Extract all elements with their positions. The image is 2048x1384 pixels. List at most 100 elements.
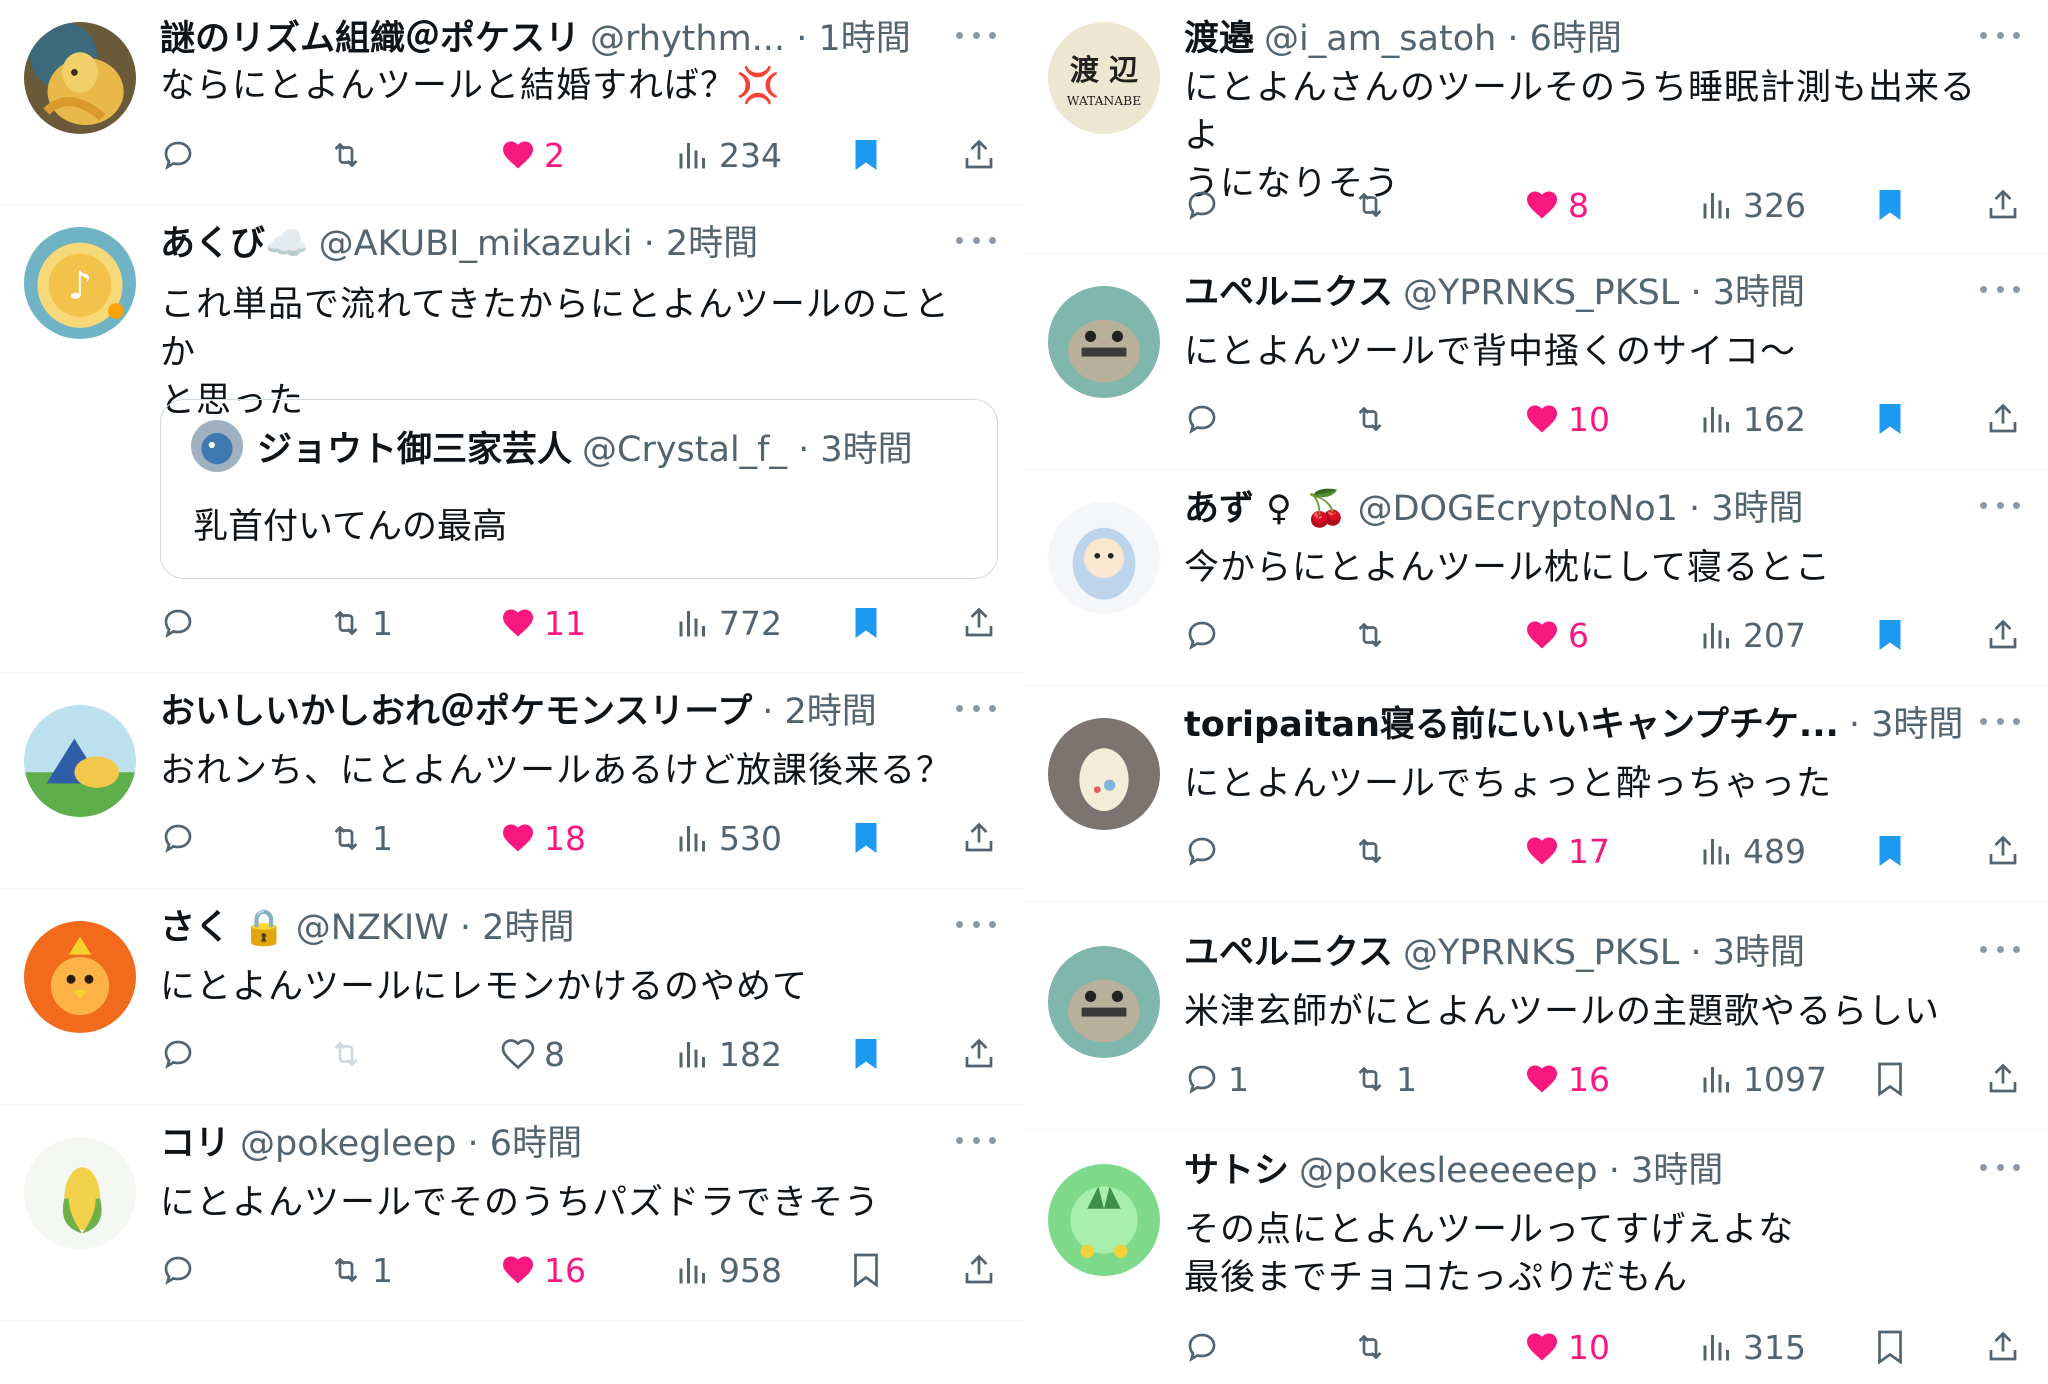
share-button[interactable] <box>961 130 997 180</box>
display-name[interactable]: 渡邉 <box>1184 10 1254 60</box>
retweet-button[interactable] <box>1352 1322 1396 1372</box>
handle-time[interactable]: @pokesleeeeeep · 3時間 <box>1299 1142 1723 1192</box>
like-button[interactable]: 2 <box>500 130 565 180</box>
retweet-button[interactable] <box>1352 826 1396 876</box>
avatar[interactable] <box>24 1137 136 1249</box>
tweet[interactable]: サトシ @pokesleeeeeep · 3時間 その点にとよんツールってすげえ… <box>1024 1130 2048 1384</box>
retweet-button[interactable] <box>328 130 372 180</box>
display-name[interactable]: 謎のリズム組織＠ポケスリ <box>160 10 580 60</box>
handle-time[interactable]: · 2時間 <box>762 683 877 733</box>
more-icon[interactable] <box>956 1123 996 1157</box>
more-icon[interactable] <box>956 907 996 941</box>
handle-time[interactable]: @YPRNKS_PKSL · 3時間 <box>1403 264 1805 314</box>
like-button[interactable]: 8 <box>500 1029 565 1079</box>
avatar[interactable]: ♪ <box>24 227 136 339</box>
views-button[interactable]: 958 <box>675 1245 782 1295</box>
handle-time[interactable]: @DOGEcryptoNo1 · 3時間 <box>1358 480 1804 530</box>
views-button[interactable]: 1097 <box>1699 1054 1827 1104</box>
display-name[interactable]: あくび☁️ <box>160 215 309 265</box>
more-icon[interactable] <box>956 223 996 257</box>
like-button[interactable]: 11 <box>500 598 586 648</box>
retweet-button[interactable]: 1 <box>328 1245 393 1295</box>
views-button[interactable]: 182 <box>675 1029 782 1079</box>
handle-time[interactable]: @AKUBI_mikazuki · 2時間 <box>319 215 759 265</box>
tweet[interactable]: あず ♀ 🍒 @DOGEcryptoNo1 · 3時間 今からにとよんツール枕に… <box>1024 470 2048 686</box>
bookmark-button[interactable] <box>1872 826 1908 876</box>
reply-button[interactable] <box>160 1029 204 1079</box>
reply-button[interactable] <box>1184 180 1228 230</box>
views-button[interactable]: 234 <box>675 130 782 180</box>
views-button[interactable]: 326 <box>1699 180 1806 230</box>
bookmark-button[interactable] <box>1872 394 1908 444</box>
bookmark-button[interactable] <box>848 1245 884 1295</box>
avatar[interactable] <box>1048 286 1160 398</box>
more-icon[interactable] <box>1980 704 2020 738</box>
handle-time[interactable]: @rhythm... · 1時間 <box>590 10 911 60</box>
bookmark-button[interactable] <box>848 130 884 180</box>
like-button[interactable]: 16 <box>1524 1054 1610 1104</box>
handle-time[interactable]: @pokegleep · 6時間 <box>240 1115 582 1165</box>
handle-time[interactable]: @i_am_satoh · 6時間 <box>1264 10 1622 60</box>
share-button[interactable] <box>1985 394 2021 444</box>
retweet-button[interactable] <box>328 1029 372 1079</box>
bookmark-button[interactable] <box>848 1029 884 1079</box>
like-button[interactable]: 16 <box>500 1245 586 1295</box>
like-button[interactable]: 8 <box>1524 180 1589 230</box>
share-button[interactable] <box>961 1029 997 1079</box>
bookmark-button[interactable] <box>1872 1054 1908 1104</box>
display-name[interactable]: ユペルニクス <box>1184 264 1393 314</box>
share-button[interactable] <box>1985 610 2021 660</box>
retweet-button[interactable] <box>1352 180 1396 230</box>
reply-button[interactable] <box>1184 1322 1228 1372</box>
reply-button[interactable] <box>160 598 204 648</box>
share-button[interactable] <box>1985 1322 2021 1372</box>
retweet-button[interactable] <box>1352 610 1396 660</box>
retweet-button[interactable]: 1 <box>328 813 393 863</box>
handle-time[interactable]: @NZKIW · 2時間 <box>296 899 575 949</box>
reply-button[interactable] <box>160 813 204 863</box>
views-button[interactable]: 772 <box>675 598 782 648</box>
avatar[interactable] <box>24 22 136 134</box>
more-icon[interactable] <box>1980 932 2020 966</box>
avatar[interactable] <box>24 921 136 1033</box>
share-button[interactable] <box>1985 1054 2021 1104</box>
tweet[interactable]: コリ @pokegleep · 6時間 にとよんツールでそのうちパズドラできそう… <box>0 1105 1024 1321</box>
avatar[interactable] <box>24 705 136 817</box>
bookmark-button[interactable] <box>1872 610 1908 660</box>
views-button[interactable]: 207 <box>1699 610 1806 660</box>
display-name[interactable]: おいしいかしおれ＠ポケモンスリープ <box>160 683 752 733</box>
display-name[interactable]: サトシ <box>1184 1142 1289 1192</box>
avatar[interactable] <box>1048 718 1160 830</box>
display-name[interactable]: コリ <box>160 1115 230 1165</box>
avatar[interactable] <box>1048 1164 1160 1276</box>
more-icon[interactable] <box>1980 272 2020 306</box>
views-button[interactable]: 530 <box>675 813 782 863</box>
handle-time[interactable]: · 3時間 <box>1849 696 1964 746</box>
more-icon[interactable] <box>1980 1150 2020 1184</box>
reply-button[interactable] <box>1184 610 1228 660</box>
reply-button[interactable]: 1 <box>1184 1054 1249 1104</box>
handle-time[interactable]: @YPRNKS_PKSL · 3時間 <box>1403 924 1805 974</box>
avatar[interactable] <box>1048 502 1160 614</box>
avatar[interactable] <box>1048 946 1160 1058</box>
retweet-button[interactable]: 1 <box>1352 1054 1417 1104</box>
tweet[interactable]: おいしいかしおれ＠ポケモンスリープ · 2時間 おれンち、にとよんツールあるけど… <box>0 673 1024 889</box>
bookmark-button[interactable] <box>848 813 884 863</box>
retweet-button[interactable]: 1 <box>328 598 393 648</box>
tweet[interactable]: toripaitan寝る前にいいキャンプチケ... · 3時間 にとよんツールで… <box>1024 686 2048 902</box>
bookmark-button[interactable] <box>848 598 884 648</box>
views-button[interactable]: 489 <box>1699 826 1806 876</box>
reply-button[interactable] <box>1184 394 1228 444</box>
like-button[interactable]: 6 <box>1524 610 1589 660</box>
share-button[interactable] <box>1985 180 2021 230</box>
display-name[interactable]: あず ♀ 🍒 <box>1184 480 1348 530</box>
views-button[interactable]: 315 <box>1699 1322 1806 1372</box>
display-name[interactable]: さく 🔒 <box>160 899 286 949</box>
reply-button[interactable] <box>160 1245 204 1295</box>
avatar[interactable]: 渡 辺 WATANABE <box>1048 22 1160 134</box>
like-button[interactable]: 10 <box>1524 1322 1610 1372</box>
tweet[interactable]: ♪ あくび☁️ @AKUBI_mikazuki · 2時間 これ単品で流れてきた… <box>0 205 1024 673</box>
like-button[interactable]: 18 <box>500 813 586 863</box>
share-button[interactable] <box>961 813 997 863</box>
display-name[interactable]: toripaitan寝る前にいいキャンプチケ... <box>1184 696 1839 746</box>
